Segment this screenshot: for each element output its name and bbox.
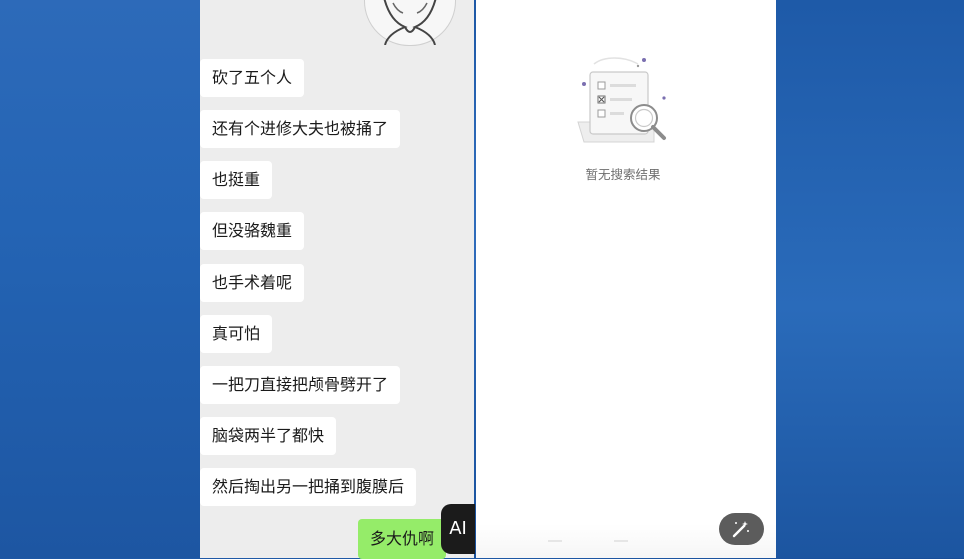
incoming-message[interactable]: 还有个进修大夫也被捅了 bbox=[200, 110, 401, 148]
incoming-message[interactable]: 砍了五个人 bbox=[200, 59, 305, 97]
bottom-bar-marker bbox=[614, 540, 628, 542]
sticker-icon[interactable] bbox=[364, 0, 456, 46]
magic-wand-button[interactable] bbox=[719, 513, 764, 545]
incoming-message[interactable]: 也手术着呢 bbox=[200, 264, 305, 302]
incoming-message[interactable]: 真可怕 bbox=[200, 315, 273, 353]
checklist-magnifier-icon bbox=[577, 57, 666, 143]
incoming-message[interactable]: 但没骆魏重 bbox=[200, 212, 305, 250]
incoming-message[interactable]: 也挺重 bbox=[200, 161, 273, 199]
outgoing-message[interactable]: 多大仇啊 bbox=[358, 519, 447, 559]
incoming-message[interactable]: 脑袋两半了都快 bbox=[200, 417, 337, 455]
desktop-background-left bbox=[0, 0, 200, 558]
ai-button[interactable]: AI bbox=[441, 504, 475, 554]
magic-wand-icon bbox=[732, 521, 749, 538]
incoming-message[interactable]: 一把刀直接把颅骨劈开了 bbox=[200, 366, 401, 404]
incoming-message[interactable]: 然后掏出另一把捅到腹膜后 bbox=[200, 468, 417, 506]
bottom-bar-marker bbox=[548, 540, 562, 542]
desktop-background-right bbox=[776, 0, 964, 558]
empty-search-message: 暂无搜索结果 bbox=[585, 167, 661, 182]
